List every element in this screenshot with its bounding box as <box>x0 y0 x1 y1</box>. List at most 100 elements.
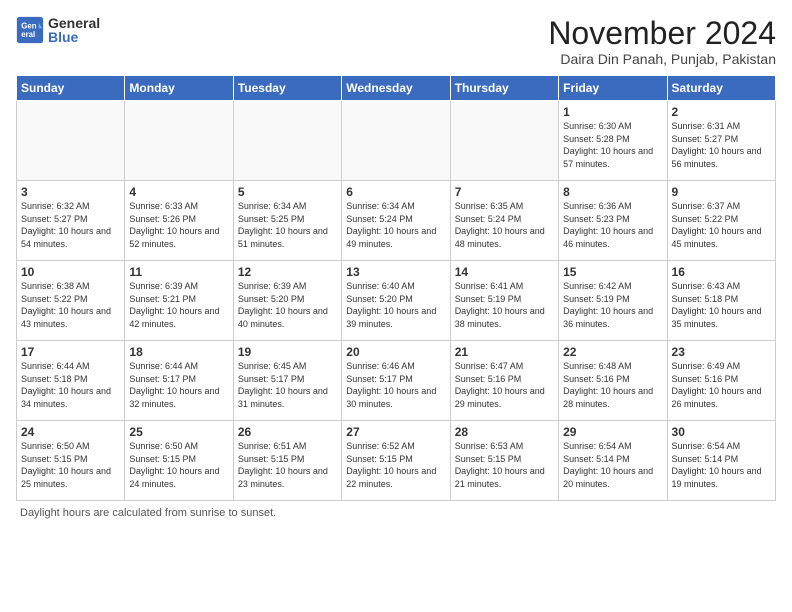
day-number: 4 <box>129 185 228 199</box>
calendar-cell: 15Sunrise: 6:42 AM Sunset: 5:19 PM Dayli… <box>559 261 667 341</box>
day-info: Sunrise: 6:54 AM Sunset: 5:14 PM Dayligh… <box>672 440 771 490</box>
weekday-header-monday: Monday <box>125 76 233 101</box>
calendar-cell: 17Sunrise: 6:44 AM Sunset: 5:18 PM Dayli… <box>17 341 125 421</box>
day-info: Sunrise: 6:33 AM Sunset: 5:26 PM Dayligh… <box>129 200 228 250</box>
calendar-cell: 11Sunrise: 6:39 AM Sunset: 5:21 PM Dayli… <box>125 261 233 341</box>
day-number: 18 <box>129 345 228 359</box>
day-number: 23 <box>672 345 771 359</box>
weekday-header-sunday: Sunday <box>17 76 125 101</box>
calendar-cell: 18Sunrise: 6:44 AM Sunset: 5:17 PM Dayli… <box>125 341 233 421</box>
day-info: Sunrise: 6:38 AM Sunset: 5:22 PM Dayligh… <box>21 280 120 330</box>
logo-blue-text: Blue <box>48 30 100 44</box>
logo-icon: Gen eral <box>16 16 44 44</box>
calendar-cell: 22Sunrise: 6:48 AM Sunset: 5:16 PM Dayli… <box>559 341 667 421</box>
day-number: 5 <box>238 185 337 199</box>
location-title: Daira Din Panah, Punjab, Pakistan <box>548 51 776 67</box>
footer-note: Daylight hours are calculated from sunri… <box>16 507 776 519</box>
day-info: Sunrise: 6:32 AM Sunset: 5:27 PM Dayligh… <box>21 200 120 250</box>
day-info: Sunrise: 6:31 AM Sunset: 5:27 PM Dayligh… <box>672 120 771 170</box>
calendar-cell: 12Sunrise: 6:39 AM Sunset: 5:20 PM Dayli… <box>233 261 341 341</box>
day-number: 20 <box>346 345 445 359</box>
day-number: 30 <box>672 425 771 439</box>
calendar-cell: 7Sunrise: 6:35 AM Sunset: 5:24 PM Daylig… <box>450 181 558 261</box>
calendar-cell: 20Sunrise: 6:46 AM Sunset: 5:17 PM Dayli… <box>342 341 450 421</box>
calendar-cell: 27Sunrise: 6:52 AM Sunset: 5:15 PM Dayli… <box>342 421 450 501</box>
day-number: 6 <box>346 185 445 199</box>
day-info: Sunrise: 6:44 AM Sunset: 5:18 PM Dayligh… <box>21 360 120 410</box>
footer-text: Daylight hours are calculated from sunri… <box>20 507 276 519</box>
calendar-cell: 29Sunrise: 6:54 AM Sunset: 5:14 PM Dayli… <box>559 421 667 501</box>
day-number: 9 <box>672 185 771 199</box>
day-info: Sunrise: 6:50 AM Sunset: 5:15 PM Dayligh… <box>21 440 120 490</box>
calendar-cell: 4Sunrise: 6:33 AM Sunset: 5:26 PM Daylig… <box>125 181 233 261</box>
day-info: Sunrise: 6:39 AM Sunset: 5:21 PM Dayligh… <box>129 280 228 330</box>
month-title: November 2024 <box>548 16 776 51</box>
day-number: 8 <box>563 185 662 199</box>
day-number: 19 <box>238 345 337 359</box>
day-info: Sunrise: 6:43 AM Sunset: 5:18 PM Dayligh… <box>672 280 771 330</box>
day-number: 14 <box>455 265 554 279</box>
day-info: Sunrise: 6:34 AM Sunset: 5:25 PM Dayligh… <box>238 200 337 250</box>
page: Gen eral General Blue November 2024 Dair… <box>0 0 792 612</box>
weekday-header-saturday: Saturday <box>667 76 775 101</box>
calendar-cell <box>450 101 558 181</box>
day-number: 17 <box>21 345 120 359</box>
day-number: 1 <box>563 105 662 119</box>
weekday-header-wednesday: Wednesday <box>342 76 450 101</box>
day-number: 27 <box>346 425 445 439</box>
day-info: Sunrise: 6:46 AM Sunset: 5:17 PM Dayligh… <box>346 360 445 410</box>
calendar-cell: 3Sunrise: 6:32 AM Sunset: 5:27 PM Daylig… <box>17 181 125 261</box>
title-area: November 2024 Daira Din Panah, Punjab, P… <box>548 16 776 67</box>
day-info: Sunrise: 6:37 AM Sunset: 5:22 PM Dayligh… <box>672 200 771 250</box>
calendar-cell <box>233 101 341 181</box>
day-number: 24 <box>21 425 120 439</box>
calendar-cell: 26Sunrise: 6:51 AM Sunset: 5:15 PM Dayli… <box>233 421 341 501</box>
logo-text: General Blue <box>48 16 100 44</box>
day-info: Sunrise: 6:52 AM Sunset: 5:15 PM Dayligh… <box>346 440 445 490</box>
day-number: 22 <box>563 345 662 359</box>
weekday-header-friday: Friday <box>559 76 667 101</box>
week-row-5: 24Sunrise: 6:50 AM Sunset: 5:15 PM Dayli… <box>17 421 776 501</box>
day-info: Sunrise: 6:53 AM Sunset: 5:15 PM Dayligh… <box>455 440 554 490</box>
day-info: Sunrise: 6:35 AM Sunset: 5:24 PM Dayligh… <box>455 200 554 250</box>
day-number: 3 <box>21 185 120 199</box>
day-info: Sunrise: 6:36 AM Sunset: 5:23 PM Dayligh… <box>563 200 662 250</box>
calendar-cell <box>17 101 125 181</box>
calendar-cell: 13Sunrise: 6:40 AM Sunset: 5:20 PM Dayli… <box>342 261 450 341</box>
logo: Gen eral General Blue <box>16 16 100 44</box>
day-info: Sunrise: 6:44 AM Sunset: 5:17 PM Dayligh… <box>129 360 228 410</box>
svg-text:eral: eral <box>21 30 35 39</box>
calendar-cell: 14Sunrise: 6:41 AM Sunset: 5:19 PM Dayli… <box>450 261 558 341</box>
week-row-2: 3Sunrise: 6:32 AM Sunset: 5:27 PM Daylig… <box>17 181 776 261</box>
week-row-4: 17Sunrise: 6:44 AM Sunset: 5:18 PM Dayli… <box>17 341 776 421</box>
calendar-cell: 16Sunrise: 6:43 AM Sunset: 5:18 PM Dayli… <box>667 261 775 341</box>
calendar-cell: 23Sunrise: 6:49 AM Sunset: 5:16 PM Dayli… <box>667 341 775 421</box>
weekday-header-row: SundayMondayTuesdayWednesdayThursdayFrid… <box>17 76 776 101</box>
day-number: 10 <box>21 265 120 279</box>
day-number: 13 <box>346 265 445 279</box>
day-number: 28 <box>455 425 554 439</box>
day-number: 21 <box>455 345 554 359</box>
week-row-1: 1Sunrise: 6:30 AM Sunset: 5:28 PM Daylig… <box>17 101 776 181</box>
day-info: Sunrise: 6:49 AM Sunset: 5:16 PM Dayligh… <box>672 360 771 410</box>
day-info: Sunrise: 6:45 AM Sunset: 5:17 PM Dayligh… <box>238 360 337 410</box>
weekday-header-tuesday: Tuesday <box>233 76 341 101</box>
calendar-cell: 9Sunrise: 6:37 AM Sunset: 5:22 PM Daylig… <box>667 181 775 261</box>
calendar-table: SundayMondayTuesdayWednesdayThursdayFrid… <box>16 75 776 501</box>
day-info: Sunrise: 6:51 AM Sunset: 5:15 PM Dayligh… <box>238 440 337 490</box>
calendar-cell: 5Sunrise: 6:34 AM Sunset: 5:25 PM Daylig… <box>233 181 341 261</box>
day-info: Sunrise: 6:39 AM Sunset: 5:20 PM Dayligh… <box>238 280 337 330</box>
calendar-cell: 30Sunrise: 6:54 AM Sunset: 5:14 PM Dayli… <box>667 421 775 501</box>
weekday-header-thursday: Thursday <box>450 76 558 101</box>
day-number: 15 <box>563 265 662 279</box>
calendar-cell: 8Sunrise: 6:36 AM Sunset: 5:23 PM Daylig… <box>559 181 667 261</box>
calendar-cell: 10Sunrise: 6:38 AM Sunset: 5:22 PM Dayli… <box>17 261 125 341</box>
calendar-cell: 19Sunrise: 6:45 AM Sunset: 5:17 PM Dayli… <box>233 341 341 421</box>
calendar-cell: 21Sunrise: 6:47 AM Sunset: 5:16 PM Dayli… <box>450 341 558 421</box>
calendar-cell: 25Sunrise: 6:50 AM Sunset: 5:15 PM Dayli… <box>125 421 233 501</box>
day-number: 25 <box>129 425 228 439</box>
calendar-cell: 28Sunrise: 6:53 AM Sunset: 5:15 PM Dayli… <box>450 421 558 501</box>
day-info: Sunrise: 6:50 AM Sunset: 5:15 PM Dayligh… <box>129 440 228 490</box>
week-row-3: 10Sunrise: 6:38 AM Sunset: 5:22 PM Dayli… <box>17 261 776 341</box>
day-number: 26 <box>238 425 337 439</box>
